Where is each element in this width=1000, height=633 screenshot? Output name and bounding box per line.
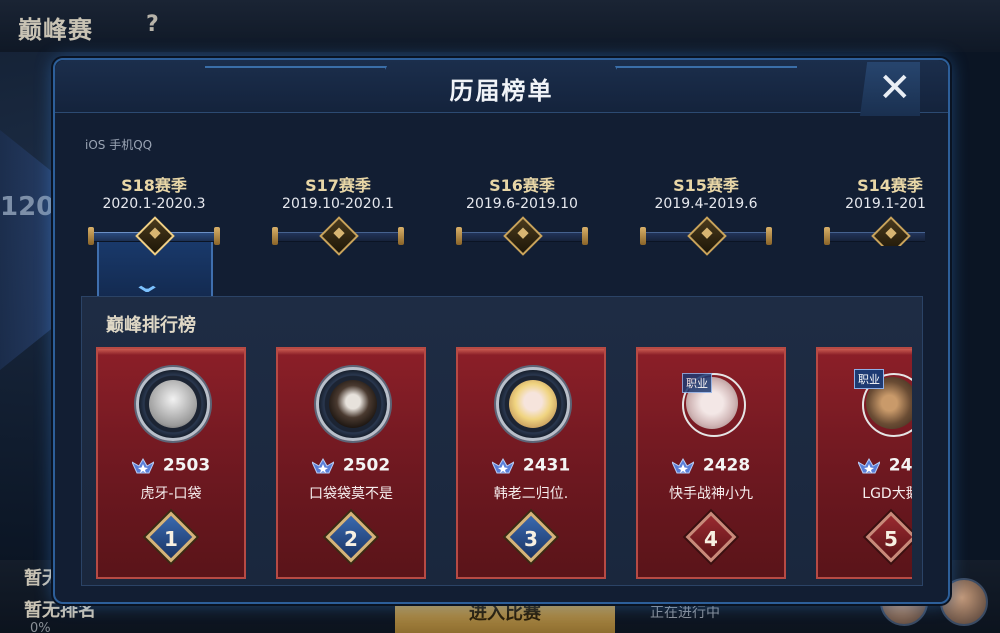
diamond-icon xyxy=(871,216,911,246)
player-score: 2431 xyxy=(522,455,571,476)
player-card[interactable]: 职业 2428 快手战神小九 4 xyxy=(636,347,786,579)
background-left-number: 120 xyxy=(0,192,55,222)
season-name: S14赛季 xyxy=(857,176,923,195)
pro-badge: 职业 xyxy=(854,369,884,389)
background-in-progress: 正在进行中 xyxy=(650,605,720,621)
season-tab-s15[interactable]: S15赛季 2019.4-2019.6 xyxy=(631,172,781,256)
season-name: S16赛季 xyxy=(489,176,555,195)
season-date: 2019.6-2019.10 xyxy=(466,196,578,212)
rank-star-icon xyxy=(857,457,880,473)
season-name: S15赛季 xyxy=(673,176,739,195)
avatar xyxy=(329,380,377,428)
season-scroll-marker xyxy=(824,216,925,246)
modal-title: 历届榜单 xyxy=(449,77,554,105)
help-icon[interactable]: ? xyxy=(146,12,159,37)
background-title: 巅峰赛 xyxy=(18,16,93,44)
season-scroll-marker xyxy=(88,216,220,256)
modal-header: 历届榜单 xyxy=(55,60,948,113)
rank-star-icon xyxy=(491,457,514,473)
season-tab-s16[interactable]: S16赛季 2019.6-2019.10 xyxy=(447,172,597,256)
rank-number: 4 xyxy=(704,527,718,551)
season-scroll-marker xyxy=(456,216,588,256)
season-date: 2019.1-2019 xyxy=(845,196,925,212)
diamond-icon xyxy=(319,216,359,256)
rank-number: 5 xyxy=(884,527,898,551)
rank-number: 3 xyxy=(524,527,538,551)
peak-ranking-panel: 巅峰排行榜 2503 虎牙-口袋 1 2502 口袋袋莫不是 2 2431 韩老… xyxy=(81,296,923,586)
season-date: 2020.1-2020.3 xyxy=(102,196,206,212)
rank-star-icon xyxy=(671,457,694,473)
player-card[interactable]: 2431 韩老二归位. 3 xyxy=(456,347,606,579)
season-tab-s17[interactable]: S17赛季 2019.10-2020.1 xyxy=(263,172,413,256)
avatar-frame xyxy=(316,367,390,441)
ranking-title: 巅峰排行榜 xyxy=(106,315,196,336)
player-score: 242 xyxy=(888,455,912,476)
pro-badge: 职业 xyxy=(682,373,712,393)
season-date: 2019.4-2019.6 xyxy=(654,196,758,212)
avatar xyxy=(149,380,197,428)
player-card[interactable]: 2503 虎牙-口袋 1 xyxy=(96,347,246,579)
chevron-down-icon: ⌄ xyxy=(130,270,164,298)
season-name: S18赛季 xyxy=(121,176,187,195)
background-percent: 0% xyxy=(30,621,51,633)
close-button[interactable]: ✕ xyxy=(860,62,920,116)
player-name: 虎牙-口袋 xyxy=(140,486,202,502)
rank-number: 2 xyxy=(344,527,358,551)
season-scroll-marker xyxy=(640,216,772,256)
player-card[interactable]: 职业 242 LGD大鹅 5 xyxy=(816,347,912,579)
rank-number: 1 xyxy=(164,527,178,551)
rank-star-icon xyxy=(311,457,334,473)
season-name: S17赛季 xyxy=(305,176,371,195)
season-tab-s18[interactable]: S18赛季 2020.1-2020.3 xyxy=(79,172,229,256)
player-score: 2503 xyxy=(162,455,211,476)
diamond-icon xyxy=(687,216,727,256)
diamond-icon xyxy=(503,216,543,256)
player-score: 2502 xyxy=(342,455,391,476)
season-tab-s14[interactable]: S14赛季 2019.1-2019 xyxy=(815,172,925,246)
avatar xyxy=(509,380,557,428)
rank-star-icon xyxy=(131,457,154,473)
player-score: 2428 xyxy=(702,455,751,476)
game-screen: 巅峰赛 ? 120 暂无 暂无排名 0% 进入比赛 正在进行中 历届榜单 ✕ i… xyxy=(0,0,1000,633)
history-leaderboard-modal: 历届榜单 ✕ iOS 手机QQ ⌄ S18赛季 2020.1-2020.3 S1… xyxy=(53,58,950,604)
season-date: 2019.10-2020.1 xyxy=(282,196,394,212)
platform-label: iOS 手机QQ xyxy=(85,138,153,152)
background-rank-emblem xyxy=(0,130,60,370)
ranking-card-list[interactable]: 2503 虎牙-口袋 1 2502 口袋袋莫不是 2 2431 韩老二归位. 3… xyxy=(96,347,912,583)
player-name: 口袋袋莫不是 xyxy=(309,486,393,502)
avatar-frame xyxy=(136,367,210,441)
close-icon: ✕ xyxy=(878,65,912,111)
season-scroll-marker xyxy=(272,216,404,256)
player-name: LGD大鹅 xyxy=(862,486,912,502)
player-card[interactable]: 2502 口袋袋莫不是 2 xyxy=(276,347,426,579)
player-name: 韩老二归位. xyxy=(493,486,569,502)
player-name: 快手战神小九 xyxy=(669,486,753,502)
avatar-frame xyxy=(496,367,570,441)
